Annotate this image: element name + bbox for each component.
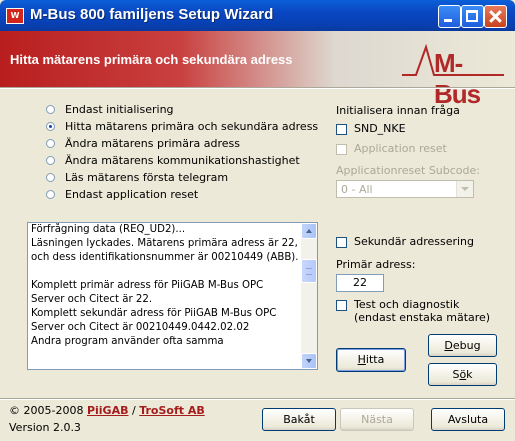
option-app-reset-only[interactable]: Endast application reset — [46, 187, 198, 201]
copyright-line: © 2005-2008 PiiGAB / TroSoft AB — [9, 404, 205, 417]
radio-button[interactable] — [46, 155, 55, 165]
wizard-header: Hitta mätarens primära och sekundära adr… — [0, 31, 515, 109]
log-textbox[interactable]: Förfrågning data (REQ_UD2)... Läsningen … — [27, 222, 318, 370]
trosoft-link[interactable]: TroSoft AB — [139, 404, 205, 417]
subcode-label: Applicationreset Subcode: — [336, 164, 480, 177]
brand-separator: / — [128, 404, 140, 417]
scroll-down-icon[interactable] — [301, 353, 317, 369]
maximize-button[interactable] — [461, 5, 484, 28]
logo-text: M-Bus — [434, 48, 481, 109]
piigab-link[interactable]: PiiGAB — [87, 404, 129, 417]
finish-button[interactable]: Avsluta — [431, 408, 505, 431]
radio-button[interactable] — [46, 138, 55, 148]
radio-button-selected[interactable] — [46, 121, 55, 131]
init-heading: Initialisera innan fråga — [336, 104, 460, 117]
radio-button[interactable] — [46, 104, 55, 114]
scroll-up-icon[interactable] — [301, 223, 317, 239]
option-label: Ändra mätarens primära adress — [65, 136, 241, 150]
debug-label: ebug — [452, 339, 481, 352]
primary-address-label: Primär adress: — [336, 258, 416, 271]
footer-divider-highlight — [0, 399, 515, 400]
snd-nke-checkbox[interactable] — [336, 124, 347, 135]
option-label: Endast application reset — [65, 187, 199, 201]
hitta-accel: H — [357, 353, 366, 366]
next-button[interactable]: Nästa — [340, 408, 414, 431]
option-change-speed[interactable]: Ändra mätarens kommunikationshastighet — [46, 153, 300, 167]
version-text: Version 2.0.3 — [9, 421, 81, 434]
diagnostics-sublabel: (endast enstaka mätare) — [354, 311, 491, 324]
scroll-thumb[interactable] — [301, 259, 317, 283]
primary-address-input[interactable]: 22 — [336, 274, 384, 292]
hitta-label: itta — [365, 353, 385, 366]
setup-wizard-window: W M-Bus 800 familjens Setup Wizard Hitta… — [0, 0, 515, 441]
header-divider-highlight — [0, 88, 515, 89]
option-label: Endast initialisering — [65, 102, 174, 116]
minimize-button[interactable] — [438, 5, 461, 28]
sok-button[interactable]: Sök — [428, 363, 497, 386]
snd-nke-label: SND_NKE — [354, 122, 406, 135]
close-button[interactable] — [484, 5, 507, 28]
hitta-button[interactable]: Hitta — [336, 348, 406, 372]
mbus-logo: M-Bus — [400, 41, 506, 109]
vertical-scrollbar[interactable] — [301, 223, 317, 369]
sok-label-post: k — [466, 368, 473, 381]
option-find-address[interactable]: Hitta mätarens primära och sekundära adr… — [46, 119, 318, 133]
option-label: Hitta mätarens primära och sekundära adr… — [65, 119, 319, 133]
diagnostics-label: Test och diagnostik — [354, 298, 460, 311]
diagnostics-checkbox[interactable] — [336, 300, 347, 311]
back-button[interactable]: Bakåt — [262, 408, 336, 431]
option-init-only[interactable]: Endast initialisering — [46, 102, 174, 116]
radio-button[interactable] — [46, 189, 55, 199]
subcode-value: 0 - All — [341, 183, 373, 196]
secondary-addressing-checkbox[interactable] — [336, 237, 347, 248]
app-icon: W — [6, 8, 24, 24]
option-change-primary[interactable]: Ändra mätarens primära adress — [46, 136, 240, 150]
copyright-text: © 2005-2008 — [9, 404, 87, 417]
debug-accel: D — [444, 339, 453, 352]
title-bar[interactable]: W M-Bus 800 familjens Setup Wizard — [0, 0, 515, 31]
option-label: Läs mätarens första telegram — [65, 170, 229, 184]
subcode-select[interactable]: 0 - All — [336, 180, 474, 198]
chevron-down-icon[interactable] — [456, 181, 473, 197]
option-read-telegram[interactable]: Läs mätarens första telegram — [46, 170, 228, 184]
app-reset-label: Application reset — [354, 142, 447, 155]
app-reset-checkbox[interactable] — [336, 144, 347, 155]
page-title: Hitta mätarens primära och sekundära adr… — [10, 52, 293, 67]
secondary-addressing-label: Sekundär adressering — [354, 235, 475, 248]
window-title: M-Bus 800 familjens Setup Wizard — [30, 6, 274, 23]
debug-button[interactable]: Debug — [428, 334, 497, 357]
log-text: Förfrågning data (REQ_UD2)... Läsningen … — [31, 224, 299, 347]
radio-button[interactable] — [46, 172, 55, 182]
option-label: Ändra mätarens kommunikationshastighet — [65, 153, 300, 167]
